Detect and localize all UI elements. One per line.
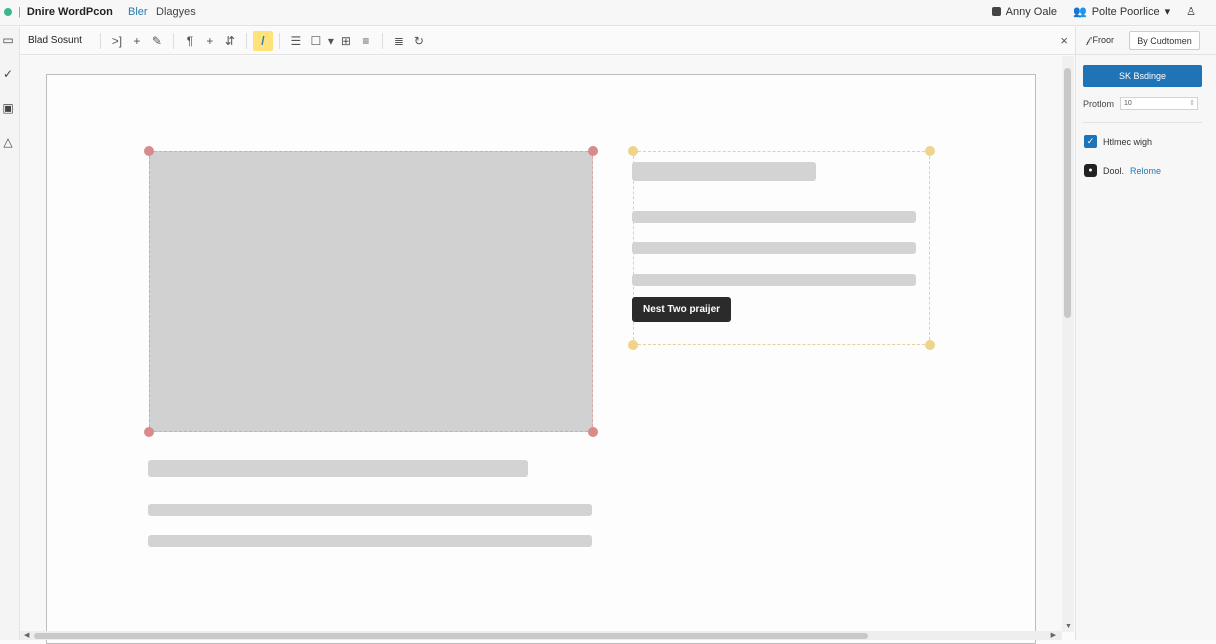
filter-label: Froor bbox=[1092, 35, 1115, 45]
horizontal-scrollbar[interactable]: ◀ ▶ bbox=[20, 631, 1062, 640]
refresh-icon[interactable]: ↻ bbox=[409, 31, 429, 51]
position-label: Protlom bbox=[1083, 98, 1115, 109]
toolbar-divider bbox=[278, 32, 280, 49]
toolbar-divider bbox=[99, 32, 101, 49]
stepper-icon[interactable]: ⇕ bbox=[1189, 98, 1195, 109]
toolbar-divider bbox=[172, 32, 174, 49]
resize-handle-top-left[interactable] bbox=[628, 146, 638, 156]
text-line-placeholder bbox=[632, 242, 916, 254]
resize-handle-bottom-right[interactable] bbox=[925, 340, 935, 350]
toolbar-divider bbox=[381, 32, 383, 49]
option-toggle[interactable]: ● Dool. Relome bbox=[1084, 164, 1161, 177]
resize-handle-bottom-right[interactable] bbox=[588, 427, 598, 437]
option2-link[interactable]: Relome bbox=[1130, 166, 1161, 176]
close-icon[interactable]: × bbox=[1060, 33, 1068, 48]
format-icon[interactable]: ¶ bbox=[180, 31, 200, 51]
position-input[interactable]: 10 ⇕ bbox=[1120, 97, 1199, 110]
transform-icon[interactable]: ⇵ bbox=[220, 31, 240, 51]
app-title: Dnire WordPcon bbox=[26, 6, 113, 18]
panel-divider bbox=[1083, 122, 1202, 123]
heading-placeholder bbox=[148, 460, 528, 477]
plus-icon[interactable]: + bbox=[127, 31, 147, 51]
user-menu[interactable]: Anny Oale bbox=[991, 5, 1058, 18]
heading-placeholder bbox=[632, 162, 816, 181]
position-value: 10 bbox=[1124, 100, 1132, 107]
toolbar-label: Blad Sosunt bbox=[28, 35, 82, 46]
option2-prefix: Dool. bbox=[1103, 165, 1125, 176]
add-icon[interactable]: + bbox=[200, 31, 220, 51]
edit-icon[interactable]: ✓ bbox=[1, 67, 15, 81]
scroll-thumb[interactable] bbox=[34, 633, 868, 639]
lock-icon bbox=[991, 7, 1001, 16]
position-row: Protlom 10 ⇕ bbox=[1083, 97, 1203, 110]
profile-label: Polte Poorlice bbox=[1091, 5, 1160, 18]
menu-icon[interactable]: ≣ bbox=[389, 31, 409, 51]
shape-icon[interactable]: △ bbox=[1, 135, 15, 149]
blog-link[interactable]: Bler bbox=[128, 6, 148, 18]
brand: | Dnire WordPcon bbox=[4, 6, 113, 18]
settings-panel: 𝒻 Froor By Cudtomen SK Bsdinge Protlom 1… bbox=[1075, 27, 1216, 640]
image-placeholder[interactable] bbox=[149, 151, 593, 432]
account-icon[interactable]: ♙ bbox=[1186, 5, 1196, 18]
scroll-left-icon[interactable]: ◀ bbox=[24, 631, 29, 639]
settings-button[interactable]: SK Bsdinge bbox=[1083, 65, 1202, 87]
logo-icon bbox=[4, 8, 12, 16]
resize-handle-top-left[interactable] bbox=[144, 146, 154, 156]
profile-menu[interactable]: 👥 Polte Poorlice ▾ bbox=[1073, 5, 1171, 19]
resize-handle-top-right[interactable] bbox=[925, 146, 935, 156]
scroll-thumb[interactable] bbox=[1064, 68, 1071, 318]
resize-handle-top-right[interactable] bbox=[588, 146, 598, 156]
frame-icon[interactable]: ☐ bbox=[306, 31, 326, 51]
toolbar-divider bbox=[245, 32, 247, 49]
dropdown-icon[interactable]: ▾ bbox=[326, 31, 336, 51]
text-line-placeholder bbox=[148, 504, 592, 516]
brand-separator: | bbox=[18, 6, 21, 18]
text-line-placeholder bbox=[148, 535, 592, 547]
vertical-scrollbar[interactable]: ▼ bbox=[1062, 56, 1074, 632]
pen-icon[interactable]: ✎ bbox=[147, 31, 167, 51]
chevron-down-icon: ▾ bbox=[1164, 6, 1171, 18]
scroll-right-icon[interactable]: ▶ bbox=[1051, 631, 1056, 639]
media-icon[interactable]: ▣ bbox=[1, 101, 15, 115]
panel-header: 𝒻 Froor By Cudtomen bbox=[1076, 27, 1216, 55]
option1-label: Htlmec wigh bbox=[1103, 136, 1153, 147]
text-line-placeholder bbox=[632, 211, 916, 223]
grid-icon[interactable]: ⊞ bbox=[336, 31, 356, 51]
align-icon[interactable]: ≡ bbox=[356, 31, 376, 51]
cta-button[interactable]: Nest Two praijer bbox=[632, 297, 731, 322]
resize-handle-bottom-left[interactable] bbox=[628, 340, 638, 350]
app-header: | Dnire WordPcon Bler Dlagyes Anny Oale … bbox=[0, 0, 1216, 26]
option-checkbox[interactable]: ✓ Htlmec wigh bbox=[1084, 135, 1152, 148]
filter-icon: 𝒻 bbox=[1086, 35, 1091, 45]
resize-handle-bottom-left[interactable] bbox=[144, 427, 154, 437]
document-icon[interactable]: ▭ bbox=[1, 33, 15, 47]
list-icon[interactable]: ☰ bbox=[286, 31, 306, 51]
custom-button[interactable]: By Cudtomen bbox=[1129, 31, 1200, 50]
toggle-icon[interactable]: ● bbox=[1084, 164, 1097, 177]
scroll-down-icon[interactable]: ▼ bbox=[1065, 623, 1072, 630]
source-icon[interactable]: >] bbox=[107, 31, 127, 51]
users-icon: 👥 bbox=[1073, 6, 1087, 18]
checkbox-checked-icon[interactable]: ✓ bbox=[1084, 135, 1097, 148]
filter-toggle[interactable]: 𝒻 Froor bbox=[1086, 35, 1114, 46]
header-right: Anny Oale 👥 Polte Poorlice ▾ ♙ bbox=[991, 5, 1196, 19]
highlight-icon[interactable]: / bbox=[252, 30, 273, 51]
text-line-placeholder bbox=[632, 274, 916, 286]
left-rail: ▭ ✓ ▣ △ bbox=[0, 27, 20, 640]
editor-toolbar: Blad Sosunt >] + ✎ ¶ + ⇵ / ☰ ☐ ▾ ⊞ ≡ ≣ ↻… bbox=[20, 27, 1076, 55]
user-name: Anny Oale bbox=[1005, 5, 1058, 18]
pages-link[interactable]: Dlagyes bbox=[156, 6, 196, 18]
